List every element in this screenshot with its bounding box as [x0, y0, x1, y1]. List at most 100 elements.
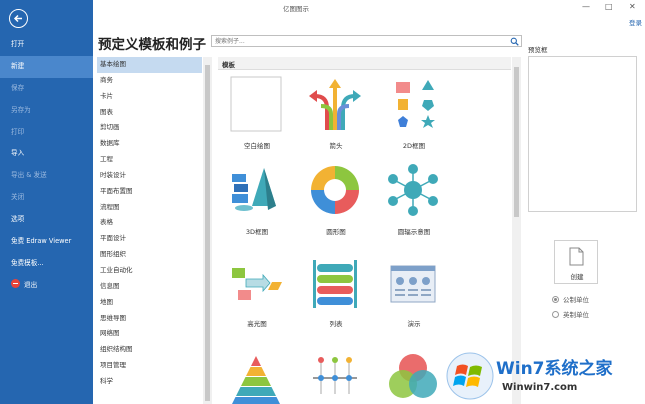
sidebar-item-exit[interactable]: 退出	[0, 275, 93, 297]
template-label: 演示	[407, 320, 421, 328]
venn-icon	[389, 354, 437, 398]
minimize-button[interactable]: —	[582, 2, 590, 11]
sidebar-item-save-as[interactable]: 另存为	[0, 100, 93, 122]
gallery-header: 模板	[218, 57, 511, 70]
window-title: 亿图图示	[283, 5, 309, 13]
template-venn[interactable]	[379, 350, 449, 404]
sidebar-item-new[interactable]: 新建	[0, 55, 93, 78]
template-presentation[interactable]: 演示	[379, 254, 449, 329]
template-label: 2D框图	[402, 142, 426, 150]
category-item[interactable]: 科学	[97, 374, 202, 390]
title-bar: 亿图图示	[93, 0, 645, 14]
category-item[interactable]: 卡片	[97, 89, 202, 105]
gallery-header-label: 模板	[222, 61, 235, 69]
metric-units-radio[interactable]: 公制单位	[552, 294, 589, 304]
sidebar-item-options[interactable]: 选项	[0, 209, 93, 231]
sidebar-item-close[interactable]: 关闭	[0, 187, 93, 209]
category-item[interactable]: 网络图	[97, 326, 202, 342]
sidebar-item-save[interactable]: 保存	[0, 78, 93, 100]
sidebar-item-open[interactable]: 打开	[0, 34, 93, 56]
pyramid-icon	[232, 356, 280, 404]
create-button-label: 创建	[570, 273, 584, 281]
template-label: 3D框图	[245, 228, 269, 236]
category-item[interactable]: 流程图	[97, 200, 202, 216]
blank-page-icon	[230, 76, 282, 132]
sidebar-item-print[interactable]: 打印	[0, 122, 93, 144]
watermark: Win7系统之家 Winwin7.com	[446, 352, 642, 402]
category-scrollbar[interactable]	[203, 57, 212, 404]
category-item[interactable]: 图表	[97, 105, 202, 121]
template-pyramid[interactable]	[222, 350, 292, 404]
document-icon	[569, 247, 584, 266]
category-item[interactable]: 基本绘图	[97, 57, 202, 73]
template-timeline[interactable]	[301, 350, 371, 404]
list-icon	[313, 260, 357, 308]
sidebar-item-exit-label: 退出	[24, 280, 38, 289]
template-arrows[interactable]: 箭头	[301, 76, 371, 151]
category-item[interactable]: 数据库	[97, 136, 202, 152]
category-item[interactable]: 剪切画	[97, 120, 202, 136]
radio-unchecked-icon	[552, 310, 559, 318]
category-item[interactable]: 商务	[97, 73, 202, 89]
category-item[interactable]: 平面布置图	[97, 184, 202, 200]
close-button[interactable]: ✕	[629, 2, 636, 11]
gallery-scroll-thumb[interactable]	[514, 67, 519, 217]
page-title: 预定义模板和例子	[98, 37, 206, 53]
category-item[interactable]: 工程	[97, 152, 202, 168]
category-item[interactable]: 表格	[97, 215, 202, 231]
radial-diagram-icon	[388, 164, 438, 216]
category-item[interactable]: 组织结构图	[97, 342, 202, 358]
search-input[interactable]	[215, 37, 505, 46]
template-list[interactable]: 列表	[301, 254, 371, 329]
template-circle[interactable]: 圆形图	[301, 162, 371, 237]
back-icon[interactable]	[9, 9, 28, 28]
2d-block-icon	[396, 80, 435, 128]
imperial-units-radio[interactable]: 英制单位	[552, 309, 589, 319]
template-3d-block[interactable]: 3D框图	[222, 162, 292, 237]
preview-label: 预览框	[528, 46, 548, 54]
template-label: 圆形图	[326, 228, 346, 236]
template-label: 箭头	[329, 142, 343, 150]
category-item[interactable]: 项目管理	[97, 358, 202, 374]
highlight-icon	[232, 268, 282, 300]
category-item[interactable]: 思维导图	[97, 311, 202, 327]
category-item[interactable]: 工业自动化	[97, 263, 202, 279]
create-button[interactable]: 创建	[554, 240, 598, 284]
category-item[interactable]: 时装设计	[97, 168, 202, 184]
sidebar-item-free-templates[interactable]: 免费模板...	[0, 253, 93, 275]
sidebar-item-edraw-viewer[interactable]: 免费 Edraw Viewer	[0, 231, 93, 253]
maximize-button[interactable]: □	[605, 2, 613, 11]
template-label: 圆辐示意图	[397, 228, 431, 236]
template-highlight[interactable]: 高光图	[222, 254, 292, 329]
radio-checked-icon	[552, 295, 559, 303]
category-item[interactable]: 地图	[97, 295, 202, 311]
circle-chart-icon	[311, 166, 359, 214]
exit-icon	[11, 279, 20, 289]
template-blank[interactable]: 空白绘图	[222, 76, 292, 151]
sidebar-item-export-send[interactable]: 导出 & 发送	[0, 165, 93, 187]
timeline-icon	[313, 357, 357, 394]
category-scroll-thumb[interactable]	[205, 65, 210, 401]
3d-block-icon	[232, 168, 276, 211]
template-label: 列表	[329, 320, 343, 328]
category-list: 基本绘图 商务 卡片 图表 剪切画 数据库 工程 时装设计 平面布置图 流程图 …	[97, 57, 202, 404]
presentation-icon	[390, 265, 436, 303]
search-icon[interactable]	[510, 37, 519, 46]
arrows-icon	[309, 79, 361, 130]
template-2d-block[interactable]: 2D框图	[379, 76, 449, 151]
login-link[interactable]: 登录	[629, 17, 642, 27]
template-radial[interactable]: 圆辐示意图	[379, 162, 449, 237]
metric-units-label: 公制单位	[563, 296, 589, 304]
watermark-title: Win7系统之家	[496, 359, 613, 379]
watermark-url: Winwin7.com	[502, 382, 578, 393]
sidebar-item-import[interactable]: 导入	[0, 143, 93, 165]
preview-box	[528, 56, 637, 212]
sidebar-menu: 打开 新建 保存 另存为 打印 导入 导出 & 发送 关闭 选项 免费 Edra…	[0, 34, 93, 297]
windows-logo-icon	[446, 352, 494, 400]
category-item[interactable]: 平面设计	[97, 231, 202, 247]
category-item[interactable]: 信息图	[97, 279, 202, 295]
template-label: 空白绘图	[244, 142, 270, 150]
category-item[interactable]: 图形组织	[97, 247, 202, 263]
search-box[interactable]	[211, 35, 522, 47]
sidebar: 打开 新建 保存 另存为 打印 导入 导出 & 发送 关闭 选项 免费 Edra…	[0, 0, 93, 404]
